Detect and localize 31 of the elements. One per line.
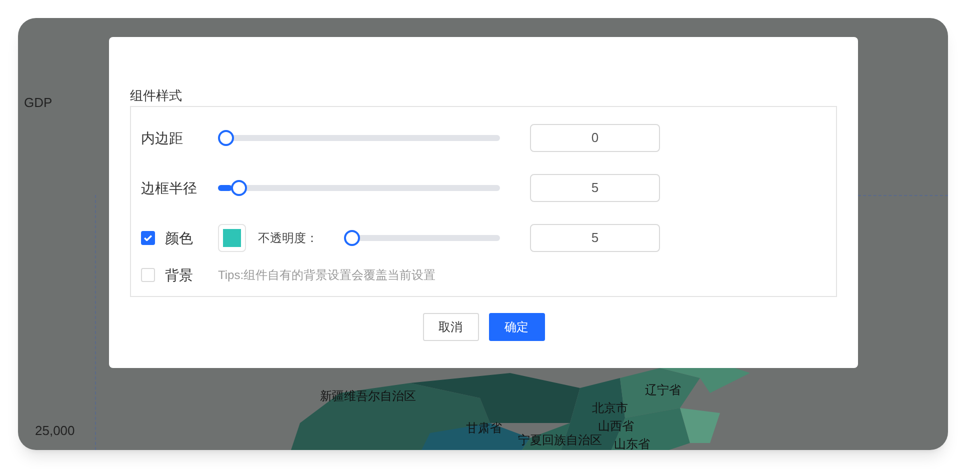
map-label: 甘肃省 bbox=[466, 422, 502, 434]
tip-text: Tips:组件自有的背景设置会覆盖当前设置 bbox=[218, 267, 436, 284]
axis-tick: 25,000 bbox=[35, 422, 75, 440]
dialog-button[interactable]: 取消 bbox=[422, 313, 478, 341]
value-input[interactable]: 5 bbox=[530, 224, 660, 252]
slider-thumb[interactable] bbox=[231, 180, 248, 196]
slider[interactable] bbox=[218, 130, 500, 146]
map-label: 山西省 bbox=[598, 420, 634, 432]
slider-thumb[interactable] bbox=[218, 130, 234, 146]
field-label: 内边距 bbox=[141, 128, 184, 148]
value-input[interactable]: 5 bbox=[530, 174, 660, 202]
checkbox[interactable] bbox=[141, 268, 155, 282]
dialog-button[interactable]: 确定 bbox=[488, 313, 544, 341]
slider[interactable] bbox=[344, 230, 500, 246]
slider-thumb[interactable] bbox=[344, 230, 360, 246]
value-input[interactable]: 0 bbox=[530, 124, 660, 152]
map-label: 宁夏回族自治区 bbox=[518, 434, 602, 446]
map-label: 辽宁省 bbox=[645, 384, 681, 396]
field-label: 边框半径 bbox=[141, 178, 198, 198]
field-label: 背景 bbox=[165, 266, 193, 284]
slider[interactable] bbox=[218, 180, 500, 196]
map-label: 山东省 bbox=[614, 438, 650, 450]
map-label: 北京市 bbox=[592, 402, 628, 414]
section-title: 组件样式 bbox=[130, 89, 183, 102]
axis-label: GDP bbox=[24, 94, 52, 112]
map-label: 新疆维吾尔自治区 bbox=[320, 390, 416, 402]
check-icon bbox=[144, 235, 152, 241]
color-picker[interactable] bbox=[218, 224, 246, 252]
opacity-label: 不透明度： bbox=[258, 230, 319, 247]
field-label: 颜色 bbox=[165, 228, 193, 248]
checkbox[interactable] bbox=[141, 231, 155, 245]
